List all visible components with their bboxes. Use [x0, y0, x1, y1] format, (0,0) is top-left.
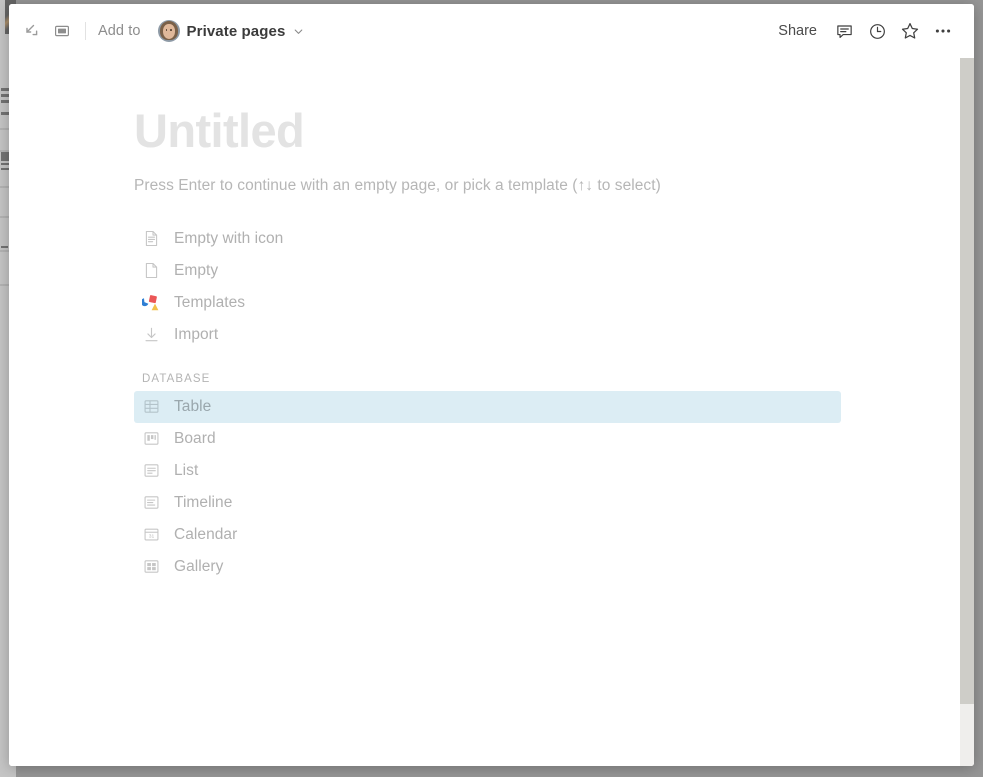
- option-calendar[interactable]: 31 Calendar: [134, 519, 841, 551]
- option-gallery[interactable]: Gallery: [134, 551, 841, 583]
- page-hint-text: Press Enter to continue with an empty pa…: [134, 176, 661, 194]
- open-center-peek-icon[interactable]: [49, 18, 75, 44]
- option-label: Empty with icon: [174, 229, 284, 247]
- modal-scrollbar-track[interactable]: [960, 58, 974, 766]
- option-import[interactable]: Import: [134, 319, 841, 351]
- share-button[interactable]: Share: [769, 18, 826, 44]
- svg-text:31: 31: [148, 534, 154, 540]
- screen: Add to Private pages Share Untitled Pres…: [0, 0, 983, 777]
- templates-shapes-icon: [142, 294, 160, 312]
- page-title[interactable]: Untitled: [134, 105, 974, 157]
- database-section-heading: DATABASE: [142, 372, 211, 385]
- option-timeline[interactable]: Timeline: [134, 487, 841, 519]
- quick-options-list: Empty with icon Empty Templates Import: [134, 223, 974, 351]
- option-label: Board: [174, 429, 216, 447]
- option-empty[interactable]: Empty: [134, 255, 841, 287]
- clock-history-icon[interactable]: [862, 16, 892, 46]
- import-download-icon: [142, 326, 160, 344]
- option-label: List: [174, 461, 199, 479]
- modal-topbar: Add to Private pages Share: [9, 4, 974, 58]
- option-label: Templates: [174, 293, 246, 311]
- timeline-view-icon: [142, 494, 160, 512]
- option-label: Gallery: [174, 557, 224, 575]
- more-options-icon[interactable]: [928, 16, 958, 46]
- topbar-divider: [85, 22, 86, 40]
- option-templates[interactable]: Templates: [134, 287, 841, 319]
- comment-bubble-icon[interactable]: [829, 16, 859, 46]
- breadcrumb-label: Private pages: [186, 22, 286, 40]
- chevron-down-icon: [293, 26, 304, 37]
- option-label: Calendar: [174, 525, 238, 543]
- new-page-modal: Add to Private pages Share Untitled Pres…: [9, 4, 974, 766]
- breadcrumb-private-pages[interactable]: Private pages: [155, 17, 310, 45]
- database-options-list: Table Board List Timeline 31 Calendar Ga…: [134, 390, 974, 583]
- option-board[interactable]: Board: [134, 423, 841, 455]
- user-avatar: [157, 20, 180, 42]
- option-label: Empty: [174, 261, 219, 279]
- collapse-arrows-icon[interactable]: [19, 18, 45, 44]
- add-to-label: Add to: [98, 23, 141, 39]
- list-view-icon: [142, 462, 160, 480]
- option-empty-with-icon[interactable]: Empty with icon: [134, 223, 841, 255]
- calendar-view-icon: 31: [142, 526, 160, 544]
- option-label: Import: [174, 325, 219, 343]
- option-label: Timeline: [174, 493, 233, 511]
- table-view-icon: [142, 398, 160, 416]
- page-body: Untitled Press Enter to continue with an…: [9, 58, 974, 583]
- option-label: Table: [174, 397, 212, 415]
- blank-document-icon: [142, 262, 160, 280]
- star-icon[interactable]: [895, 16, 925, 46]
- topbar-right-controls: Share: [769, 16, 958, 46]
- modal-content: Untitled Press Enter to continue with an…: [9, 58, 974, 766]
- gallery-view-icon: [142, 558, 160, 576]
- board-view-icon: [142, 430, 160, 448]
- modal-scrollbar-thumb[interactable]: [960, 58, 974, 704]
- topbar-left-controls: Add to Private pages: [19, 17, 309, 45]
- document-with-icon: [142, 230, 160, 248]
- option-table[interactable]: Table: [134, 390, 841, 423]
- option-list[interactable]: List: [134, 455, 841, 487]
